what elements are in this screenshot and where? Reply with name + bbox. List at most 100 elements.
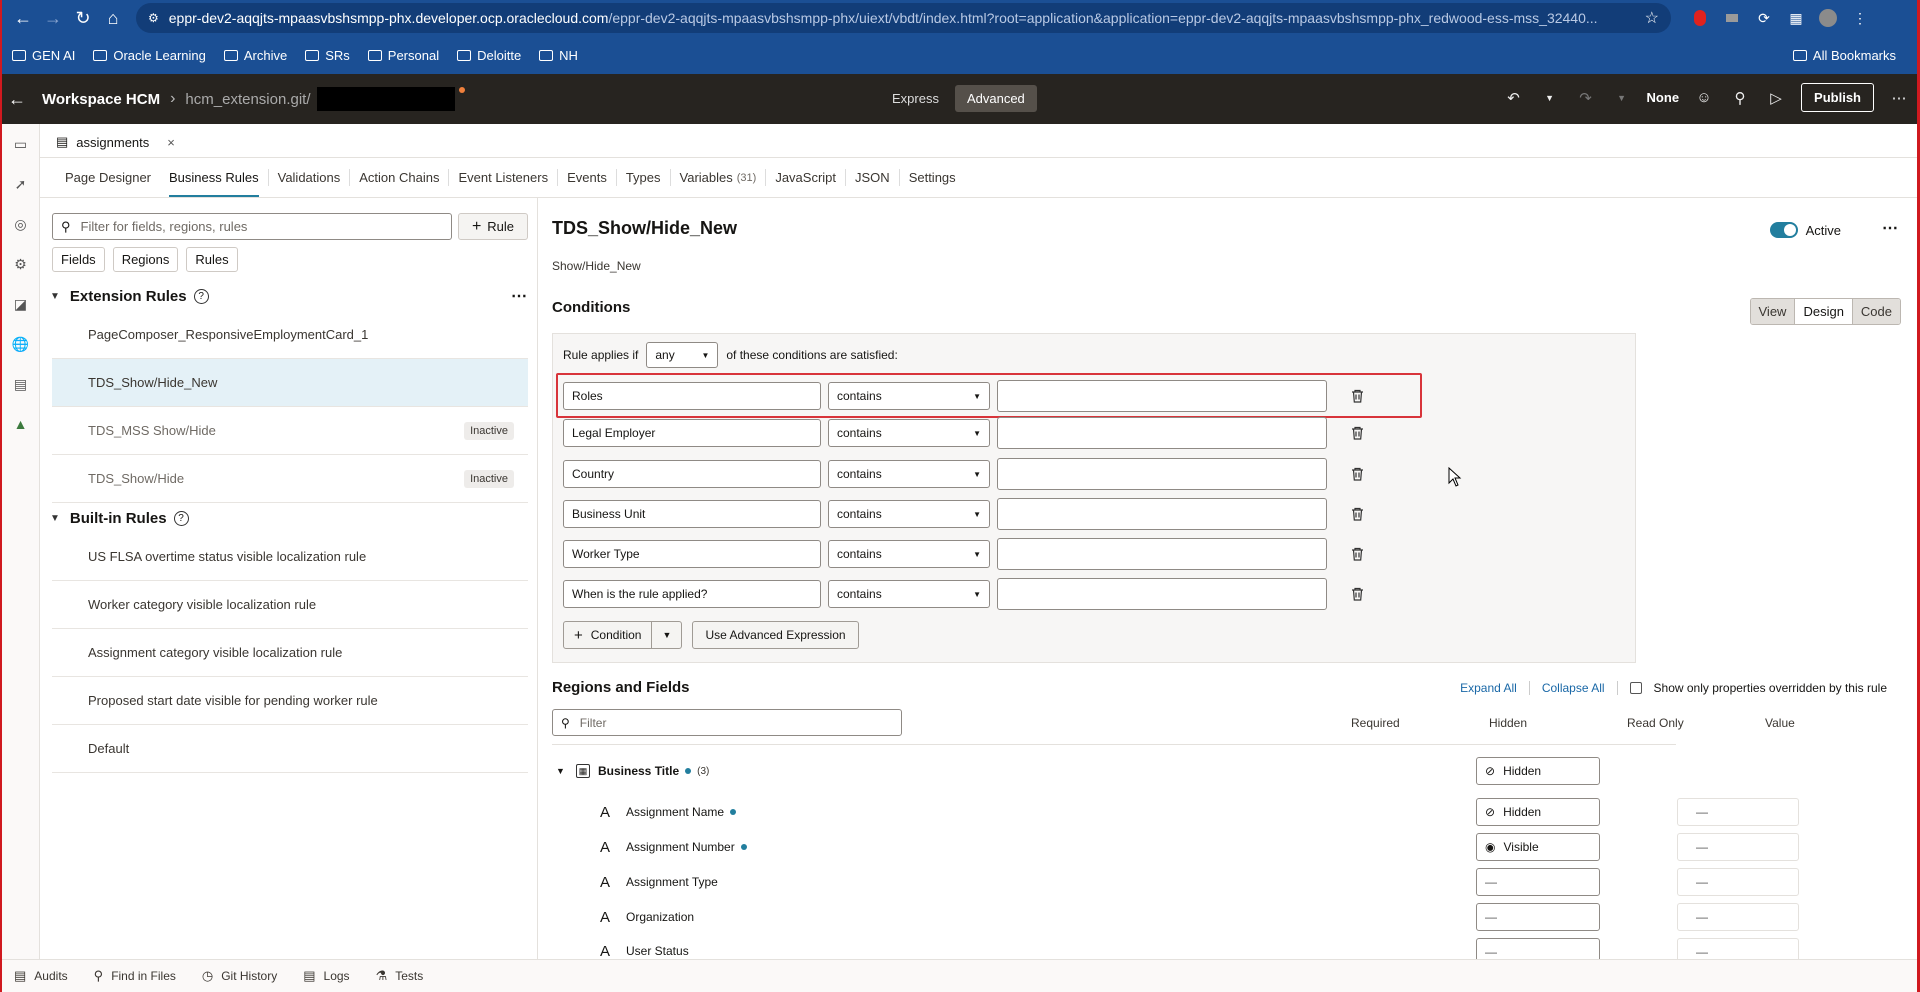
condition-field[interactable]: Roles <box>563 382 821 410</box>
rules-search-input[interactable] <box>80 219 421 234</box>
tests-button[interactable]: ⚗ Tests <box>376 968 424 984</box>
add-rule-button[interactable]: + Rule <box>458 213 528 240</box>
bookmark-gen-ai[interactable]: GEN AI <box>12 48 75 63</box>
globe-icon[interactable]: 🌐 <box>2 324 39 364</box>
extensions-puzzle-icon[interactable]: ▦ <box>1785 7 1807 29</box>
caret-down-icon[interactable]: ▼ <box>50 513 60 524</box>
caret-down-icon[interactable]: ▼ <box>556 766 570 776</box>
more-icon[interactable]: ⋯ <box>511 286 528 306</box>
condition-field[interactable]: Worker Type <box>563 540 821 568</box>
filter-chip-fields[interactable]: Fields <box>52 247 105 272</box>
condition-value[interactable] <box>997 417 1327 449</box>
site-info-icon[interactable]: ⚙ <box>148 11 159 25</box>
tab-json[interactable]: JSON <box>846 158 899 197</box>
tab-business-rules[interactable]: Business Rules <box>160 158 268 197</box>
toggle-switch[interactable] <box>1769 222 1798 238</box>
value-cell[interactable]: — <box>1677 903 1799 931</box>
more-icon[interactable]: ⋯ <box>1888 87 1910 109</box>
document-icon[interactable]: ▤ <box>2 364 39 404</box>
tab-variables[interactable]: Variables (31) <box>671 158 766 197</box>
mode-advanced[interactable]: Advanced <box>954 85 1037 112</box>
hidden-toggle-button[interactable]: — <box>1476 868 1600 896</box>
trash-icon[interactable] <box>1345 462 1369 486</box>
add-condition-button[interactable]: + Condition ▼ <box>563 621 683 649</box>
filter-chip-rules[interactable]: Rules <box>186 247 238 272</box>
back-arrow-icon[interactable]: ← <box>8 3 38 33</box>
rule-item[interactable]: Worker category visible localization rul… <box>52 581 528 629</box>
trash-icon[interactable] <box>1345 421 1369 445</box>
workspace-title[interactable]: Workspace HCM <box>42 91 160 108</box>
bookmark-deloitte[interactable]: Deloitte <box>457 48 521 63</box>
reload-icon[interactable]: ↻ <box>68 3 98 33</box>
rule-item-selected[interactable]: TDS_Show/Hide_New <box>52 359 528 407</box>
hidden-toggle-button[interactable]: ◉ Visible <box>1476 833 1600 861</box>
bookmark-srs[interactable]: SRs <box>305 48 350 63</box>
condition-operator[interactable]: contains ▼ <box>828 580 990 608</box>
extension-rules-header[interactable]: ▼ Extension Rules ? ⋯ <box>50 281 528 311</box>
regions-filter-input[interactable] <box>579 715 735 730</box>
monitor-icon[interactable]: ▭ <box>2 124 39 164</box>
layouts-icon[interactable]: ◪ <box>2 284 39 324</box>
value-cell[interactable]: — <box>1677 798 1799 826</box>
value-cell[interactable]: — <box>1677 833 1799 861</box>
play-icon[interactable]: ▷ <box>1765 87 1787 109</box>
hidden-toggle-button[interactable]: — <box>1476 903 1600 931</box>
tab-page-designer[interactable]: Page Designer <box>56 158 160 197</box>
repo-name[interactable]: hcm_extension.git/ <box>185 91 310 108</box>
condition-field[interactable]: When is the rule applied? <box>563 580 821 608</box>
rule-item[interactable]: TDS_Show/Hide Inactive <box>52 455 528 503</box>
trash-icon[interactable] <box>1345 384 1369 408</box>
services-icon[interactable]: ◎ <box>2 204 39 244</box>
any-all-select[interactable]: any ▼ <box>646 342 719 368</box>
condition-value[interactable] <box>997 498 1327 530</box>
trash-icon[interactable] <box>1345 502 1369 526</box>
caret-down-icon[interactable]: ▼ <box>50 291 60 302</box>
search-icon[interactable]: ⚲ <box>1729 87 1751 109</box>
regions-filter[interactable]: ⚲ <box>552 709 902 736</box>
hidden-toggle-button[interactable]: ⊘ Hidden <box>1476 757 1600 785</box>
rule-item[interactable]: Default <box>52 725 528 773</box>
lightning-icon[interactable]: ➚ <box>2 164 39 204</box>
bookmark-star-icon[interactable]: ☆ <box>1645 8 1659 28</box>
close-icon[interactable]: × <box>167 135 175 150</box>
bookmark-nh[interactable]: NH <box>539 48 578 63</box>
extension-sync-icon[interactable]: ⟳ <box>1753 7 1775 29</box>
active-toggle[interactable]: Active <box>1769 222 1841 238</box>
condition-field[interactable]: Business Unit <box>563 500 821 528</box>
value-cell[interactable]: — <box>1677 868 1799 896</box>
sandbox-none[interactable]: None <box>1647 90 1680 105</box>
forward-arrow-icon[interactable]: → <box>38 3 68 33</box>
logs-button[interactable]: ▤ Logs <box>303 968 349 984</box>
rule-item[interactable]: PageComposer_ResponsiveEmploymentCard_1 <box>52 311 528 359</box>
redo-icon[interactable]: ↷ <box>1575 87 1597 109</box>
rule-item[interactable]: Assignment category visible localization… <box>52 629 528 677</box>
smiley-icon[interactable]: ☺ <box>1693 87 1715 109</box>
components-icon[interactable]: ⚙ <box>2 244 39 284</box>
view-mode-design[interactable]: Design <box>1794 299 1852 324</box>
collapse-all-link[interactable]: Collapse All <box>1542 681 1605 695</box>
condition-field[interactable]: Legal Employer <box>563 419 821 447</box>
condition-operator[interactable]: contains ▼ <box>828 500 990 528</box>
tab-validations[interactable]: Validations <box>269 158 350 197</box>
undo-icon[interactable]: ↶ <box>1503 87 1525 109</box>
rule-item[interactable]: US FLSA overtime status visible localiza… <box>52 533 528 581</box>
hidden-toggle-button[interactable]: ⊘ Hidden <box>1476 798 1600 826</box>
condition-field[interactable]: Country <box>563 460 821 488</box>
trash-icon[interactable] <box>1345 582 1369 606</box>
bookmark-personal[interactable]: Personal <box>367 48 439 63</box>
expand-all-link[interactable]: Expand All <box>1460 681 1517 695</box>
builtin-rules-header[interactable]: ▼ Built-in Rules ? <box>50 503 528 533</box>
tab-types[interactable]: Types <box>617 158 670 197</box>
home-icon[interactable]: ⌂ <box>98 3 128 33</box>
redo-dropdown-icon[interactable]: ▼ <box>1611 87 1633 109</box>
bookmark-archive[interactable]: Archive <box>223 48 287 63</box>
rule-item[interactable]: Proposed start date visible for pending … <box>52 677 528 725</box>
undo-dropdown-icon[interactable]: ▼ <box>1539 87 1561 109</box>
tab-events[interactable]: Events <box>558 158 616 197</box>
condition-operator[interactable]: contains ▼ <box>828 460 990 488</box>
override-checkbox[interactable] <box>1629 682 1642 694</box>
publish-button[interactable]: Publish <box>1801 83 1874 112</box>
rules-search[interactable]: ⚲ <box>52 213 452 240</box>
view-mode-view[interactable]: View <box>1750 299 1795 324</box>
filter-chip-regions[interactable]: Regions <box>112 247 179 272</box>
